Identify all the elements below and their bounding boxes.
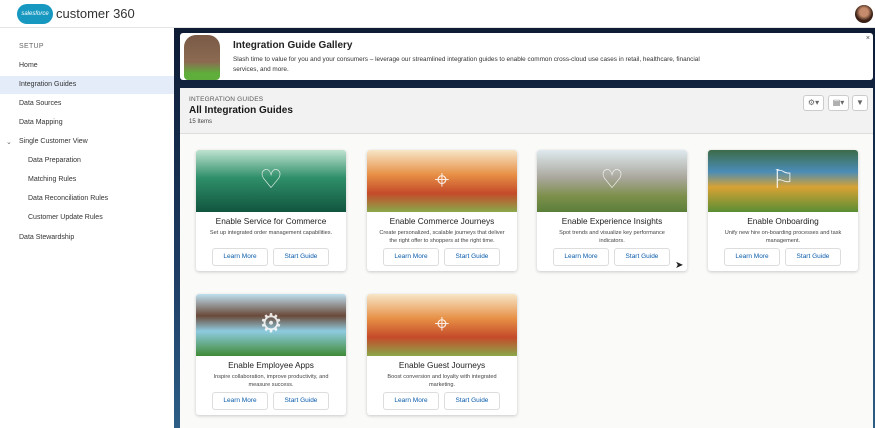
card-title: Enable Experience Insights	[561, 216, 663, 226]
list-title[interactable]: All Integration Guides	[189, 105, 293, 116]
heart-icon: ♡	[600, 164, 624, 194]
view-toggle-button[interactable]: ▤▾	[828, 95, 849, 111]
sidebar-item-data-mapping[interactable]: Data Mapping	[0, 114, 174, 132]
card-description: Set up integrated order management capab…	[209, 230, 333, 236]
card-description: Spot trends and visualize key performanc…	[559, 230, 665, 244]
card-title: Enable Service for Commerce	[215, 216, 327, 226]
start-guide-button[interactable]: Start Guide	[785, 248, 841, 266]
guide-card: ♡ Enable Experience Insights Spot trends…	[537, 150, 687, 271]
start-guide-button[interactable]: Start Guide	[444, 392, 500, 410]
start-guide-button[interactable]: Start Guide	[273, 248, 329, 266]
sidebar-item-data-stewardship[interactable]: Data Stewardship	[0, 229, 174, 247]
app-name: customer 360	[56, 6, 135, 21]
list-panel: INTEGRATION GUIDES All Integration Guide…	[180, 88, 873, 428]
salesforce-logo[interactable]: salesforce	[17, 4, 53, 24]
card-illustration: ♡	[196, 150, 346, 212]
start-guide-button[interactable]: Start Guide	[444, 248, 500, 266]
card-description: Unify new hire on-boarding processes and…	[724, 230, 842, 244]
main-content: Integration Guide Gallery Slash time to …	[174, 28, 875, 428]
sidebar-item-data-sources[interactable]: Data Sources	[0, 95, 174, 113]
heart-icon: ♡	[259, 164, 283, 194]
guide-card: ⌖ Enable Commerce Journeys Create person…	[367, 150, 517, 271]
list-header: INTEGRATION GUIDES All Integration Guide…	[180, 88, 873, 134]
learn-more-button[interactable]: Learn More	[212, 392, 268, 410]
card-illustration: ⚐	[708, 150, 858, 212]
card-illustration: ⚙	[196, 294, 346, 356]
sidebar-item-single-customer-view[interactable]: Single Customer View	[0, 133, 174, 151]
guide-cards: ♡ Enable Service for Commerce Set up int…	[180, 134, 873, 428]
card-description: Inspire collaboration, improve productiv…	[213, 374, 329, 388]
guide-card: ⚙ Enable Employee Apps Inspire collabora…	[196, 294, 346, 415]
sidebar-item-integration-guides[interactable]: Integration Guides	[0, 76, 174, 94]
flag-icon: ⚐	[771, 164, 795, 194]
map-pin-icon: ⌖	[434, 164, 450, 194]
card-title: Enable Commerce Journeys	[389, 216, 495, 226]
guide-card: ♡ Enable Service for Commerce Set up int…	[196, 150, 346, 271]
banner-description: Slash time to value for you and your con…	[233, 56, 700, 73]
sidebar-item-home[interactable]: Home	[0, 57, 174, 75]
setup-sidebar: SETUP Home Integration Guides Data Sourc…	[0, 28, 174, 428]
learn-more-button[interactable]: Learn More	[553, 248, 609, 266]
gear-icon: ⚙	[259, 308, 283, 338]
sidebar-item-data-reconciliation-rules[interactable]: Data Reconciliation Rules	[0, 190, 174, 208]
gallery-banner: Integration Guide Gallery Slash time to …	[180, 33, 873, 80]
card-description: Boost conversion and loyalty with integr…	[387, 374, 497, 388]
card-illustration: ♡	[537, 150, 687, 212]
guide-card: ⌖ Enable Guest Journeys Boost conversion…	[367, 294, 517, 415]
item-count: 15 Items	[189, 119, 213, 125]
mouse-cursor-icon: ➤	[675, 260, 684, 271]
global-header: salesforce customer 360	[0, 0, 875, 28]
filter-button[interactable]: ▼	[852, 95, 868, 111]
start-guide-button[interactable]: Start Guide	[273, 392, 329, 410]
start-guide-button[interactable]: Start Guide	[614, 248, 670, 266]
close-icon[interactable]: ×	[866, 35, 870, 42]
banner-title: Integration Guide Gallery	[233, 40, 353, 51]
learn-more-button[interactable]: Learn More	[383, 248, 439, 266]
learn-more-button[interactable]: Learn More	[383, 392, 439, 410]
mascot-illustration	[184, 35, 220, 80]
map-pin-icon: ⌖	[434, 308, 450, 338]
card-title: Enable Employee Apps	[228, 360, 314, 370]
sidebar-item-customer-update-rules[interactable]: Customer Update Rules	[0, 209, 174, 227]
card-title: Enable Onboarding	[747, 216, 819, 226]
sidebar-item-matching-rules[interactable]: Matching Rules	[0, 171, 174, 189]
card-illustration: ⌖	[367, 150, 517, 212]
card-title: Enable Guest Journeys	[398, 360, 486, 370]
sidebar-section-setup: SETUP	[19, 43, 44, 50]
card-illustration: ⌖	[367, 294, 517, 356]
card-description: Create personalized, scalable journeys t…	[379, 230, 505, 244]
learn-more-button[interactable]: Learn More	[724, 248, 780, 266]
settings-gear-button[interactable]: ⚙▾	[803, 95, 824, 111]
learn-more-button[interactable]: Learn More	[212, 248, 268, 266]
user-avatar[interactable]	[855, 5, 873, 23]
object-label: INTEGRATION GUIDES	[189, 96, 264, 103]
guide-card: ⚐ Enable Onboarding Unify new hire on-bo…	[708, 150, 858, 271]
sidebar-item-data-preparation[interactable]: Data Preparation	[0, 152, 174, 170]
